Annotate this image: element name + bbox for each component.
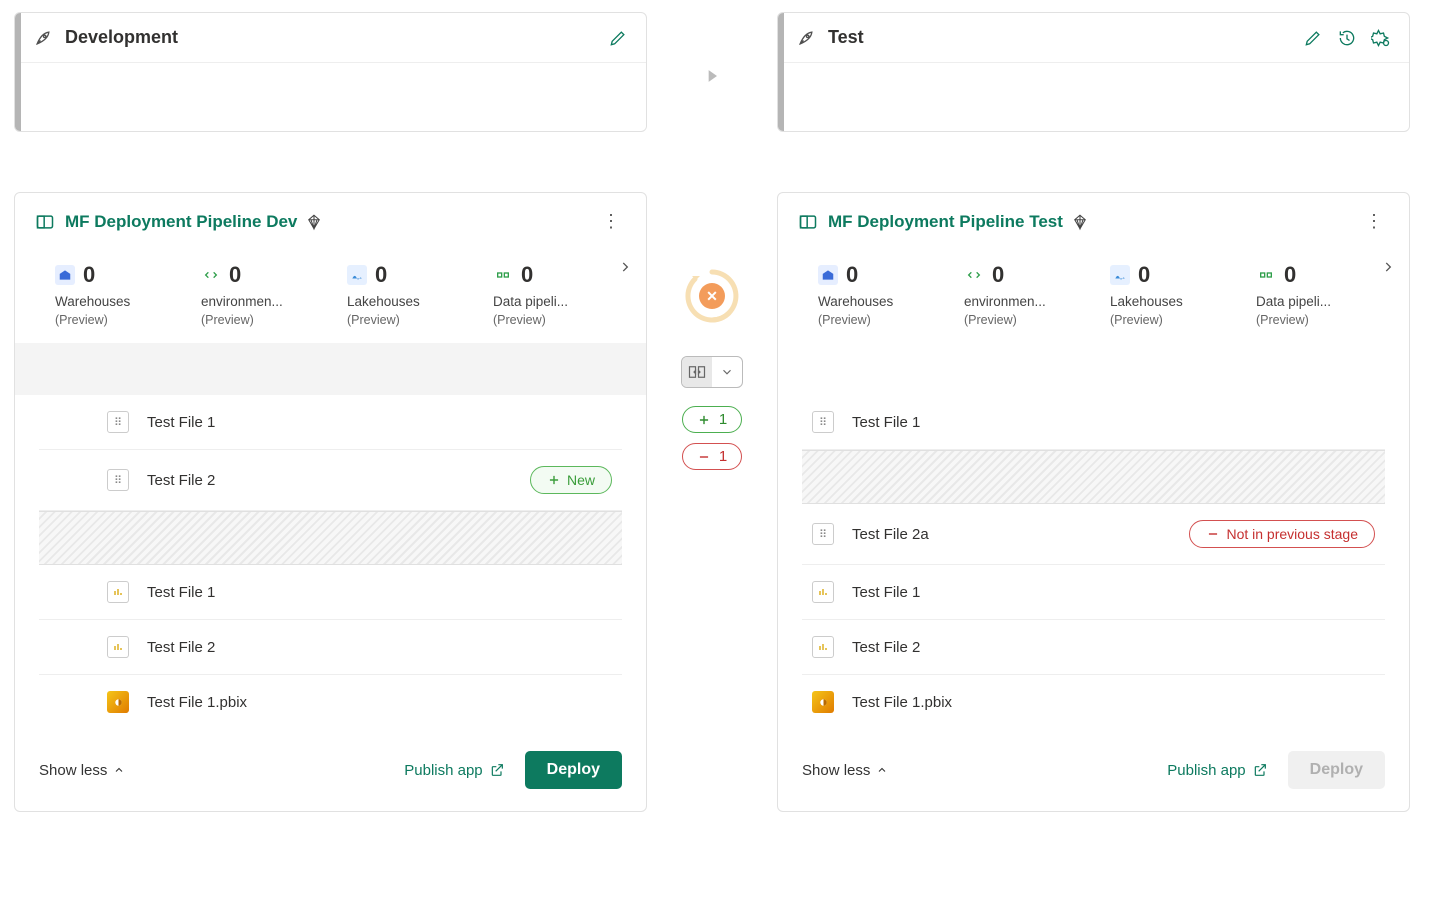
list-item[interactable]: ⠿ Test File 2a Not in previous stage — [802, 504, 1385, 565]
placeholder-row — [802, 450, 1385, 504]
dataset-icon: ⠿ — [107, 411, 129, 433]
more-menu[interactable]: ⋮ — [1359, 211, 1389, 232]
dataset-icon: ⠿ — [812, 411, 834, 433]
workspace-title-test[interactable]: MF Deployment Pipeline Test — [828, 212, 1359, 232]
section-divider — [15, 343, 646, 395]
workspace-card-test: MF Deployment Pipeline Test ⋮ 0 Warehous… — [777, 192, 1410, 812]
chevron-down-icon[interactable] — [712, 357, 742, 387]
pbix-icon — [812, 691, 834, 713]
list-item[interactable]: ⠿ Test File 2 New — [39, 450, 622, 511]
list-item[interactable]: Test File 1 — [802, 565, 1385, 620]
dataset-icon: ⠿ — [107, 469, 129, 491]
more-menu[interactable]: ⋮ — [596, 211, 626, 232]
sync-status-icon[interactable]: ✕ — [682, 266, 742, 326]
list-item[interactable]: ⠿ Test File 1 — [802, 395, 1385, 450]
count-datapipelines[interactable]: 0 Data pipeli... (Preview) — [493, 262, 623, 327]
diff-added-chip[interactable]: 1 — [682, 406, 742, 433]
deploy-button[interactable]: Deploy — [525, 751, 622, 789]
stage-card-test: Test — [777, 12, 1410, 132]
artifact-counts: 0 Warehouses (Preview) 0 environmen... (… — [15, 242, 646, 343]
chevron-right-icon[interactable] — [1381, 260, 1395, 274]
report-icon — [107, 636, 129, 658]
report-icon — [812, 636, 834, 658]
chevron-right-icon[interactable] — [618, 260, 632, 274]
dataset-icon: ⠿ — [812, 523, 834, 545]
premium-icon — [1071, 213, 1089, 231]
list-item[interactable]: Test File 2 — [39, 620, 622, 675]
artifact-list-test: ⠿ Test File 1 ⠿ Test File 2a Not in prev… — [778, 395, 1409, 729]
list-item[interactable]: Test File 1.pbix — [39, 675, 622, 729]
deploy-arrow-icon[interactable] — [702, 66, 722, 86]
compare-view-toggle[interactable] — [681, 356, 743, 388]
premium-icon — [305, 213, 323, 231]
count-datapipelines[interactable]: 0 Data pipeli... (Preview) — [1256, 262, 1386, 327]
count-environments[interactable]: 0 environmen... (Preview) — [201, 262, 331, 327]
artifact-counts: 0 Warehouses (Preview) 0 environmen... (… — [778, 242, 1409, 343]
list-item[interactable]: ⠿ Test File 1 — [39, 395, 622, 450]
report-icon — [812, 581, 834, 603]
workspace-icon — [798, 212, 818, 232]
not-in-previous-badge: Not in previous stage — [1189, 520, 1375, 548]
show-less-toggle[interactable]: Show less — [802, 762, 888, 779]
pbix-icon — [107, 691, 129, 713]
workspace-card-dev: MF Deployment Pipeline Dev ⋮ 0 Warehouse… — [14, 192, 647, 812]
count-lakehouses[interactable]: 0 Lakehouses (Preview) — [1110, 262, 1240, 327]
list-item[interactable]: Test File 1.pbix — [802, 675, 1385, 729]
pencil-icon[interactable] — [1303, 28, 1323, 48]
stage-title: Development — [65, 27, 608, 48]
count-environments[interactable]: 0 environmen... (Preview) — [964, 262, 1094, 327]
settings-icon[interactable] — [1371, 28, 1391, 48]
pencil-icon[interactable] — [608, 28, 628, 48]
artifact-list-dev: ⠿ Test File 1 ⠿ Test File 2 New Test Fil… — [15, 395, 646, 729]
placeholder-row — [39, 511, 622, 565]
compare-side-by-side-icon[interactable] — [682, 357, 712, 387]
count-warehouses[interactable]: 0 Warehouses (Preview) — [55, 262, 185, 327]
section-spacer — [778, 343, 1409, 395]
deploy-button: Deploy — [1288, 751, 1385, 789]
show-less-toggle[interactable]: Show less — [39, 762, 125, 779]
rocket-icon — [33, 28, 53, 48]
count-lakehouses[interactable]: 0 Lakehouses (Preview) — [347, 262, 477, 327]
list-item[interactable]: Test File 1 — [39, 565, 622, 620]
publish-app-link[interactable]: Publish app — [1167, 762, 1267, 779]
list-item[interactable]: Test File 2 — [802, 620, 1385, 675]
new-badge: New — [530, 466, 612, 494]
workspace-title-dev[interactable]: MF Deployment Pipeline Dev — [65, 212, 596, 232]
diff-removed-chip[interactable]: 1 — [682, 443, 742, 470]
history-icon[interactable] — [1337, 28, 1357, 48]
publish-app-link[interactable]: Publish app — [404, 762, 504, 779]
workspace-icon — [35, 212, 55, 232]
stage-title: Test — [828, 27, 1303, 48]
rocket-icon — [796, 28, 816, 48]
stage-card-development: Development — [14, 12, 647, 132]
report-icon — [107, 581, 129, 603]
count-warehouses[interactable]: 0 Warehouses (Preview) — [818, 262, 948, 327]
